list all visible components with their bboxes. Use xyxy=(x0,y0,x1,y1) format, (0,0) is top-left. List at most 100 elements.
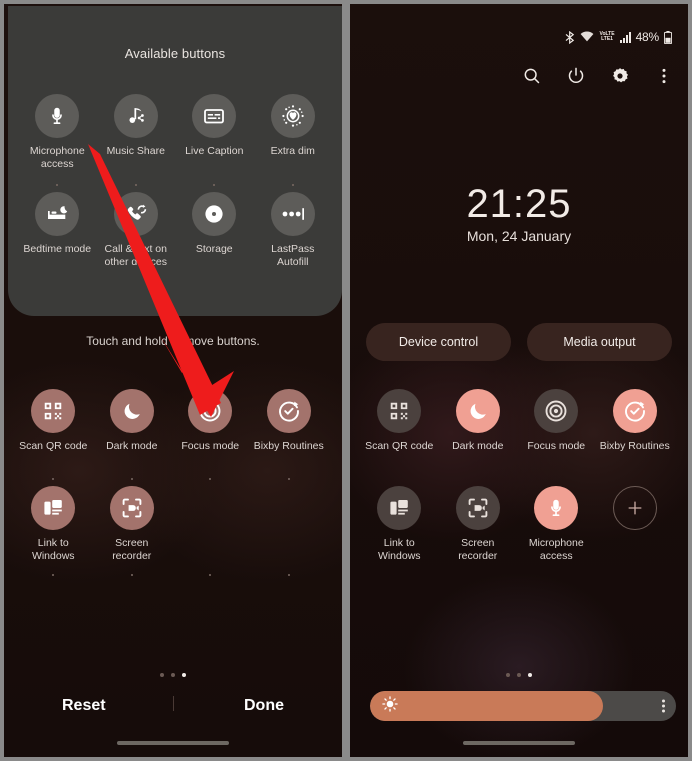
edit-footer: Reset Done xyxy=(4,697,342,715)
tile-label: Dark mode xyxy=(452,440,504,452)
clock-time: 21:25 xyxy=(466,182,572,226)
edit-tile-bixby-routines[interactable]: Bixby Routines xyxy=(250,389,329,453)
available-tile-lastpass-autofill[interactable]: LastPass Autofill xyxy=(254,192,333,268)
drop-dot xyxy=(287,478,290,480)
drop-dot xyxy=(213,184,216,186)
tile-label: Storage xyxy=(195,243,233,255)
clock-date: Mon, 24 January xyxy=(466,228,572,244)
page-dot[interactable] xyxy=(160,673,164,677)
drop-dot xyxy=(52,574,55,576)
quick-panel-page-indicator[interactable] xyxy=(350,673,688,677)
available-grid-drop-dots xyxy=(18,184,332,186)
drop-dot xyxy=(287,574,290,576)
focus-target-icon xyxy=(188,389,233,433)
page-dot[interactable] xyxy=(517,673,521,677)
tile-label: Microphone access xyxy=(528,537,584,562)
drop-dot xyxy=(209,478,212,480)
device-control-button[interactable]: Device control xyxy=(366,323,511,361)
available-buttons-card: Available buttons Microphone access Musi… xyxy=(8,6,342,316)
gear-icon[interactable] xyxy=(608,64,632,88)
quick-tile-dark-mode[interactable]: Dark mode xyxy=(439,389,518,453)
available-tile-extra-dim[interactable]: Extra dim xyxy=(254,94,333,170)
tile-label: Link to Windows xyxy=(31,537,75,562)
quick-tile-add-button[interactable] xyxy=(596,486,675,562)
tile-label: Scan QR code xyxy=(19,440,88,452)
wifi-icon xyxy=(581,31,594,42)
tile-label: Bedtime mode xyxy=(23,243,92,255)
available-tile-call-text-other-devices[interactable]: Call & text on other devices xyxy=(97,192,176,268)
page-dot-active[interactable] xyxy=(528,673,532,677)
tile-label: Screen recorder xyxy=(112,537,152,562)
quick-panel-top-actions xyxy=(520,64,676,88)
tile-label: Bixby Routines xyxy=(253,440,324,452)
nav-gesture-bar[interactable] xyxy=(117,741,229,745)
drop-dot xyxy=(52,478,55,480)
moon-icon xyxy=(455,389,500,433)
edit-tile-screen-recorder[interactable]: Screen recorder xyxy=(93,486,172,562)
quick-tile-link-to-windows[interactable]: Link to Windows xyxy=(360,486,439,562)
tile-label: Focus mode xyxy=(527,440,586,452)
drop-dot xyxy=(130,574,133,576)
reset-button[interactable]: Reset xyxy=(62,697,106,715)
status-bar: VoLTE LTE1 48% xyxy=(565,30,672,44)
edit-active-tiles-row-2: Link to Windows Screen recorder xyxy=(14,486,328,562)
available-buttons-grid: Microphone access Music Share Live Capti… xyxy=(18,94,332,268)
quick-panel-edit-screen: Available buttons Microphone access Musi… xyxy=(0,0,346,761)
storage-icon xyxy=(192,192,237,236)
tile-label: LastPass Autofill xyxy=(271,243,315,268)
qr-code-icon xyxy=(377,389,422,433)
available-tile-storage[interactable]: Storage xyxy=(175,192,254,268)
available-tile-microphone-access[interactable]: Microphone access xyxy=(18,94,97,170)
power-icon[interactable] xyxy=(564,64,588,88)
edit-grid-drop-dots-1 xyxy=(14,478,328,480)
brightness-slider[interactable] xyxy=(370,691,676,721)
bixby-routines-icon xyxy=(612,389,657,433)
edit-tile-dark-mode[interactable]: Dark mode xyxy=(93,389,172,453)
edit-tile-scan-qr-code[interactable]: Scan QR code xyxy=(14,389,93,453)
edit-tile-link-to-windows[interactable]: Link to Windows xyxy=(14,486,93,562)
available-tile-live-caption[interactable]: Live Caption xyxy=(175,94,254,170)
available-tile-bedtime-mode[interactable]: Bedtime mode xyxy=(18,192,97,268)
drop-dot xyxy=(291,184,294,186)
drop-dot xyxy=(134,184,137,186)
brightness-more-options-icon[interactable] xyxy=(662,699,665,713)
signal-bars-icon xyxy=(619,31,631,43)
edit-active-tiles-row-1: Scan QR code Dark mode Focus mode Bixby … xyxy=(14,389,328,453)
screen-recorder-icon xyxy=(109,486,154,530)
quick-tile-screen-recorder[interactable]: Screen recorder xyxy=(439,486,518,562)
screen-recorder-icon xyxy=(455,486,500,530)
drop-dot xyxy=(56,184,59,186)
page-dot[interactable] xyxy=(506,673,510,677)
link-to-windows-icon xyxy=(377,486,422,530)
microphone-icon xyxy=(35,94,80,138)
nav-gesture-bar[interactable] xyxy=(463,741,575,745)
focus-target-icon xyxy=(534,389,579,433)
edit-tile-empty-2 xyxy=(250,486,329,562)
quick-tile-bixby-routines[interactable]: Bixby Routines xyxy=(596,389,675,453)
quick-tile-microphone-access[interactable]: Microphone access xyxy=(517,486,596,562)
tile-label: Live Caption xyxy=(185,145,244,157)
edit-grid-drop-dots-2 xyxy=(14,574,328,576)
tile-label: Scan QR code xyxy=(365,440,434,452)
edit-page-indicator[interactable] xyxy=(4,673,342,677)
edit-tile-focus-mode[interactable]: Focus mode xyxy=(171,389,250,453)
battery-percent: 48% xyxy=(635,30,660,44)
media-output-button[interactable]: Media output xyxy=(527,323,672,361)
more-options-icon[interactable] xyxy=(652,64,676,88)
tile-label: Link to Windows xyxy=(377,537,421,562)
moon-icon xyxy=(109,389,154,433)
search-icon[interactable] xyxy=(520,64,544,88)
live-caption-icon xyxy=(192,94,237,138)
page-dot-active[interactable] xyxy=(182,673,186,677)
page-dot[interactable] xyxy=(171,673,175,677)
quick-tile-scan-qr-code[interactable]: Scan QR code xyxy=(360,389,439,453)
tile-label: Call & text on other devices xyxy=(104,243,167,268)
done-button[interactable]: Done xyxy=(244,697,284,715)
drop-dot xyxy=(209,574,212,576)
edit-tile-empty-1 xyxy=(171,486,250,562)
lastpass-autofill-icon xyxy=(270,192,315,236)
available-tile-music-share[interactable]: Music Share xyxy=(97,94,176,170)
quick-tile-focus-mode[interactable]: Focus mode xyxy=(517,389,596,453)
volte-indicator: VoLTE LTE1 xyxy=(599,31,615,42)
quick-panel-screen: VoLTE LTE1 48% 21:25 Mon, 24 January Dev… xyxy=(346,0,692,761)
